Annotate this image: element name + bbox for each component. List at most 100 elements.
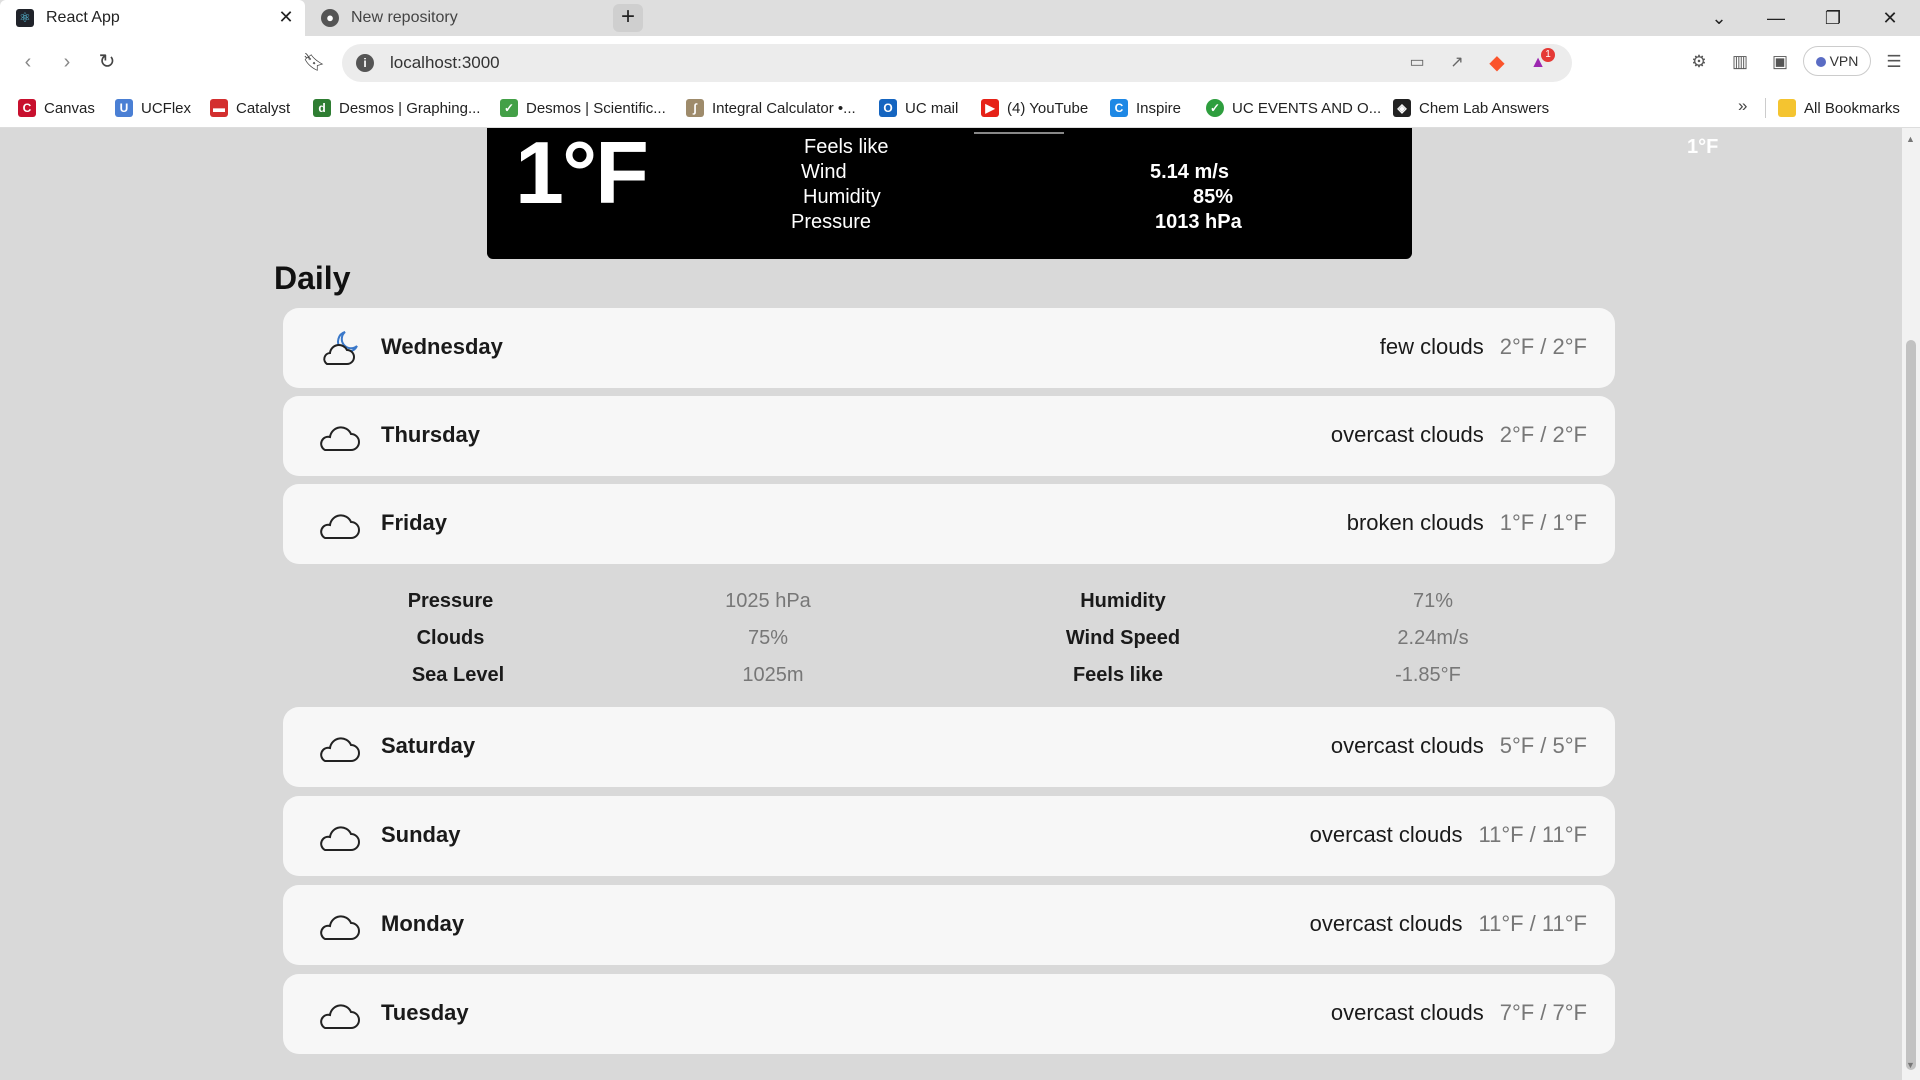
day-card-saturday[interactable]: Saturday overcast clouds 5°F / 5°F [283,707,1615,787]
bookmark-chem-lab[interactable]: ◈ Chem Lab Answers [1393,88,1549,128]
day-card-thursday[interactable]: Thursday overcast clouds 2°F / 2°F [283,396,1615,476]
bookmark-label: (4) YouTube [1007,99,1089,117]
sidebar-icon[interactable]: ▥ [1726,48,1754,76]
bookmark-desmos-graphing[interactable]: d Desmos | Graphing... [313,88,480,128]
cloud-icon [320,514,360,539]
ucflex-icon: U [115,99,133,117]
back-icon[interactable]: ‹ [14,48,42,76]
desmos-graphing-icon: d [313,99,331,117]
friday-details: Pressure 1025 hPa Clouds 75% Sea Level 1… [283,581,1615,701]
detail-clouds-label: Clouds [416,627,485,649]
bookmark-label: All Bookmarks [1804,99,1900,117]
detail-sea-level-label: Sea Level [411,664,505,686]
daily-heading: Daily [274,260,351,296]
day-name: Wednesday [381,334,503,359]
address-bar[interactable]: i localhost:3000 ▭ ↗ ◆ ▲ 1 [342,44,1572,82]
day-summary: overcast clouds 11°F / 11°F [1310,911,1587,937]
window-close-icon[interactable]: ✕ [1862,0,1918,36]
day-temp-range: 7°F / 7°F [1499,1000,1587,1025]
vertical-scrollbar[interactable]: ▲ ▼ [1902,128,1920,1080]
integral-calculator-icon: ∫ [686,99,704,117]
vpn-button[interactable]: VPN [1803,46,1871,76]
current-weather-card: 1°F Feels like 1°F Wind 5.14 m/s Humidit… [487,128,1718,259]
folder-icon [1778,99,1796,117]
bookmark-desmos-scientific[interactable]: ✓ Desmos | Scientific... [500,88,666,128]
bookmark-label: Chem Lab Answers [1419,99,1550,117]
github-icon: ● [321,9,339,27]
scroll-down-icon[interactable]: ▼ [1906,1060,1915,1070]
day-summary: overcast clouds 5°F / 5°F [1331,733,1587,759]
inspire-icon: C [1110,99,1128,117]
bookmark-canvas[interactable]: C Canvas [18,88,95,128]
bookmark-ucflex[interactable]: U UCFlex [115,88,191,128]
share-icon[interactable]: ↗ [1445,52,1469,74]
bookmark-icon[interactable]: 🔖︎ [300,48,328,76]
current-divider [974,132,1064,134]
tab-new-repository[interactable]: ● New repository [305,0,608,36]
tab-react-app[interactable]: ⚛ React App ✕ [0,0,305,36]
restore-icon[interactable]: ❐ [1805,0,1861,36]
detail-humidity-label: Humidity [1080,590,1166,612]
forward-icon[interactable]: › [53,48,81,76]
feels-like-value: 1°F [1687,136,1719,158]
cloud-icon [320,1004,360,1029]
scrollbar-thumb[interactable] [1906,340,1916,1070]
wind-label: Wind [801,161,847,183]
day-temp-range: 5°F / 5°F [1499,733,1587,758]
day-name: Sunday [381,822,461,847]
tab-title: React App [46,9,120,26]
wind-value: 5.14 m/s [1150,161,1229,183]
new-tab-button[interactable]: + [613,4,643,32]
day-description: broken clouds [1346,510,1484,535]
bookmark-youtube[interactable]: ▶ (4) YouTube [981,88,1088,128]
minimize-icon[interactable]: — [1748,0,1804,36]
day-description: overcast clouds [1330,1000,1484,1025]
reload-icon[interactable]: ↻ [93,48,121,76]
day-temp-range: 11°F / 11°F [1478,911,1588,936]
bookmark-uc-events[interactable]: ✓ UC EVENTS AND O... [1206,88,1381,128]
menu-icon[interactable]: ☰ [1880,48,1908,76]
day-card-monday[interactable]: Monday overcast clouds 11°F / 11°F [283,885,1615,965]
day-name: Tuesday [381,1000,469,1025]
scroll-up-icon[interactable]: ▲ [1906,134,1915,144]
day-name: Friday [381,510,448,535]
bookmark-label: Desmos | Graphing... [339,99,481,117]
cloud-icon [320,826,360,851]
bookmark-divider [1765,98,1766,118]
site-info-icon[interactable]: i [356,54,374,72]
url-text[interactable]: localhost:3000 [390,53,500,73]
bookmark-label: UC EVENTS AND O... [1232,99,1382,117]
more-bookmarks-icon[interactable]: » [1738,96,1747,116]
tab-title: New repository [351,9,458,26]
day-temp-range: 11°F / 11°F [1478,822,1588,847]
wallet-icon[interactable]: ▣ [1766,48,1794,76]
cloud-icon [320,737,360,762]
tab-bar: ⚛ React App ✕ ● New repository + ⌄ — ❐ ✕ [0,0,1920,36]
detail-pressure-label: Pressure [407,590,494,612]
detail-pressure-value: 1025 hPa [725,590,811,612]
bookmark-uc-mail[interactable]: O UC mail [879,88,958,128]
day-temp-range: 2°F / 2°F [1499,422,1587,447]
day-summary: broken clouds 1°F / 1°F [1347,510,1587,536]
detail-feels-like-label: Feels like [1072,664,1164,686]
extensions-icon[interactable]: ⚙ [1685,48,1713,76]
pressure-value: 1013 hPa [1155,211,1242,233]
day-temp-range: 1°F / 1°F [1499,510,1587,535]
bookmark-label: UC mail [905,99,959,117]
day-card-wednesday[interactable]: Wednesday few clouds 2°F / 2°F [283,308,1615,388]
day-card-sunday[interactable]: Sunday overcast clouds 11°F / 11°F [283,796,1615,876]
close-tab-icon[interactable]: ✕ [275,7,297,28]
cast-icon[interactable]: ▭ [1405,52,1429,74]
bookmark-catalyst[interactable]: ▬ Catalyst [210,88,290,128]
detail-wind-speed-value: 2.24m/s [1397,627,1469,649]
bookmark-inspire[interactable]: C Inspire [1110,88,1181,128]
day-card-friday[interactable]: Friday broken clouds 1°F / 1°F [283,484,1615,564]
tab-search-icon[interactable]: ⌄ [1691,0,1747,36]
brave-shields-icon[interactable]: ◆ [1485,52,1509,74]
day-summary: overcast clouds 11°F / 11°F [1310,822,1587,848]
desmos-scientific-icon: ✓ [500,99,518,117]
all-bookmarks[interactable]: All Bookmarks [1778,88,1900,128]
bookmark-integral-calculator[interactable]: ∫ Integral Calculator •... [686,88,856,128]
bookmark-label: Inspire [1136,99,1182,117]
day-card-tuesday[interactable]: Tuesday overcast clouds 7°F / 7°F [283,974,1615,1054]
